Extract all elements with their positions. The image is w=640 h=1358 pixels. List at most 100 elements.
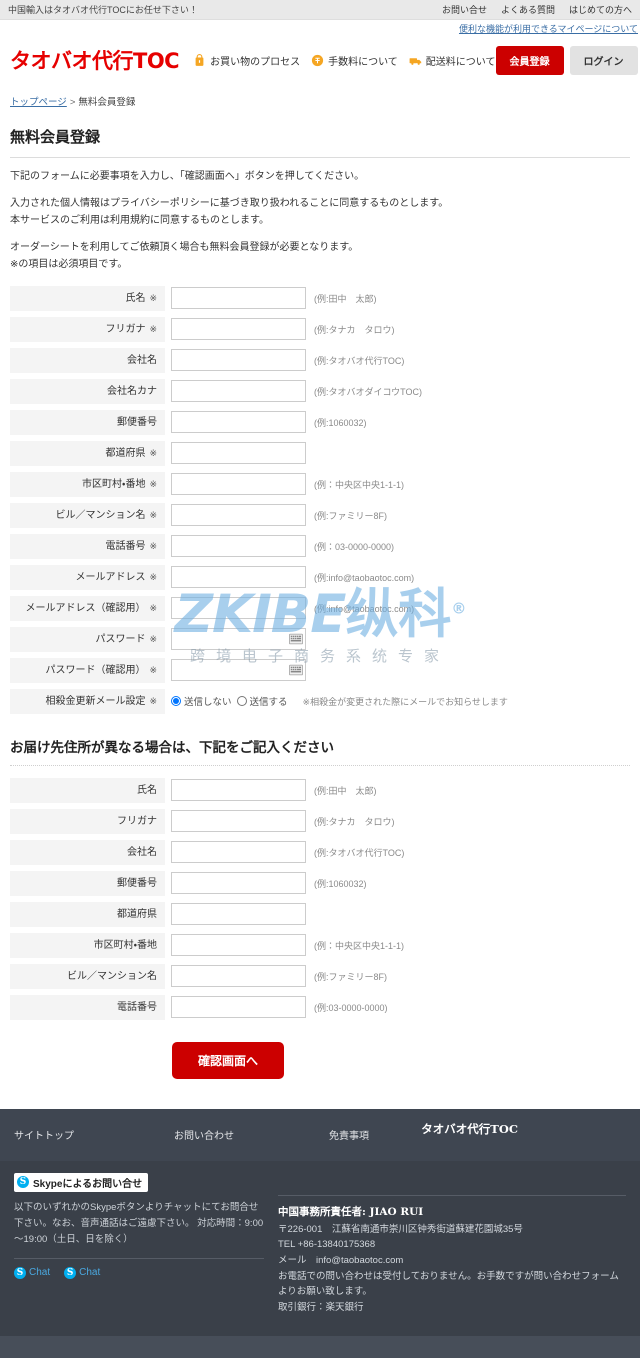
radio-option-no-send[interactable]: 送信しない (171, 694, 232, 708)
breadcrumb-home[interactable]: トップページ (10, 97, 67, 108)
field-label: 電話番号 ※ (10, 533, 165, 559)
field-label: 会社名カナ (10, 378, 165, 404)
field-hint: (例:タナカ タロウ) (314, 324, 395, 335)
radio-option-send[interactable]: 送信する (236, 694, 288, 708)
footer-company-column: 中国事務所責任者: JIAO RUI 〒226-001 江蘇省南通市崇川区钟秀街… (278, 1173, 626, 1316)
field-label-text: 氏名 (125, 292, 146, 304)
footer-body: S Skypeによるお問い合せ 以下のいずれかのSkypeボタンよりチャットにて… (0, 1160, 640, 1336)
field-label-text: 都道府県 (105, 447, 146, 459)
text-input[interactable] (171, 810, 306, 832)
coin-icon (311, 54, 324, 67)
skype-chat-label-1: Chat (29, 1267, 51, 1279)
nav-item-shipping[interactable]: 配送料について (409, 53, 496, 68)
register-button[interactable]: 会員登録 (495, 45, 564, 75)
text-input[interactable] (171, 779, 306, 801)
field-control: (例:info@taobaotoc.com) (171, 566, 630, 588)
password-input[interactable] (171, 659, 306, 681)
text-input[interactable] (171, 965, 306, 987)
form-row: フリガナ ※ (例:タナカ タロウ) (10, 316, 630, 342)
text-input[interactable] (171, 380, 306, 402)
field-label: メールアドレス（確認用） ※ (10, 595, 165, 621)
text-input[interactable] (171, 903, 306, 925)
field-control: (例:ファミリー8F) (171, 965, 630, 987)
text-input[interactable] (171, 996, 306, 1018)
label-mail-setting: 相殺金更新メール設定 ※ (10, 688, 165, 714)
field-hint: (例：中央区中央1-1-1) (314, 940, 405, 951)
field-label-text: メールアドレス (75, 571, 146, 583)
required-mark: ※ (149, 633, 157, 644)
skype-description: 以下のいずれかのSkypeボタンよりチャットにてお問合せ下さい。なお、音声通話は… (14, 1201, 264, 1245)
keyboard-icon[interactable] (289, 664, 303, 676)
text-input[interactable] (171, 535, 306, 557)
login-button[interactable]: ログイン (569, 45, 638, 75)
form-row: 電話番号 (例:03-0000-0000) (10, 994, 630, 1020)
text-input[interactable] (171, 934, 306, 956)
required-mark: ※ (149, 323, 157, 334)
skype-chat-label-2: Chat (79, 1267, 101, 1279)
footer-link-sitetop[interactable]: サイトトップ (14, 1127, 174, 1142)
nav-item-fees[interactable]: 手数料について (311, 53, 398, 68)
field-label-text: 会社名 (127, 354, 157, 366)
mypage-info-link[interactable]: 便利な機能が利用できるマイページについて (459, 22, 638, 35)
password-input[interactable] (171, 628, 306, 650)
footer-link-disclaimer[interactable]: 免責事項 (329, 1127, 369, 1142)
breadcrumb: トップページ > 無料会員登録 (10, 84, 630, 112)
radio-input-no-send[interactable] (171, 696, 181, 706)
text-input[interactable] (171, 872, 306, 894)
form-row: 郵便番号 (例:1060032) (10, 409, 630, 435)
text-input[interactable] (171, 841, 306, 863)
company-manager: 中国事務所責任者: JIAO RUI (278, 1205, 424, 1218)
top-link-faq[interactable]: よくある質問 (501, 3, 555, 16)
field-control: (例:田中 太郎) (171, 287, 630, 309)
field-label: 市区町村・番地 (10, 932, 165, 958)
form-row: 都道府県 ※ (10, 440, 630, 466)
text-input[interactable] (171, 442, 306, 464)
text-input[interactable] (171, 349, 306, 371)
intro-line-2b: 本サービスのご利用は利用規約に同意するものとします。 (10, 215, 269, 226)
field-label: 市区町村・番地 ※ (10, 471, 165, 497)
intro-line-3b: ※の項目は必須項目です。 (10, 259, 128, 270)
form-row: ビル／マンション名 ※ (例:ファミリー8F) (10, 502, 630, 528)
text-input[interactable] (171, 597, 306, 619)
mail-setting-radio-group: 送信しない 送信する ※相殺金が変更された際にメールでお知らせします (171, 694, 508, 708)
field-label-text: 市区町村・番地 (82, 478, 146, 490)
field-control: (例：中央区中央1-1-1) (171, 934, 630, 956)
intro-text: 下記のフォームに必要事項を入力し、「確認画面へ」ボタンを押してください。 入力さ… (10, 168, 630, 274)
field-label-text: フリガナ (117, 815, 157, 827)
site-logo[interactable]: タオバオ代行TOC (10, 45, 180, 75)
intro-line-3a: オーダーシートを利用してご依頼頂く場合も無料会員登録が必要となります。 (10, 241, 359, 253)
field-label: メールアドレス ※ (10, 564, 165, 590)
text-input[interactable] (171, 411, 306, 433)
field-label: 氏名 ※ (10, 285, 165, 311)
footer-link-contact[interactable]: お問い合わせ (174, 1127, 329, 1142)
field-hint: (例:田中 太郎) (314, 785, 377, 796)
radio-label-no-send: 送信しない (184, 697, 232, 708)
text-input[interactable] (171, 318, 306, 340)
top-link-beginners[interactable]: はじめての方へ (569, 3, 632, 16)
header-navigation: お買い物のプロセス 手数料について 配送料について (193, 53, 496, 68)
text-input[interactable] (171, 504, 306, 526)
site-header: タオバオ代行TOC お買い物のプロセス 手数料について 配送料について 会員登録… (0, 36, 640, 84)
field-label-text: 郵便番号 (117, 877, 157, 889)
intro-line-2a: 入力された個人情報はプライバシーポリシーに基づき取り扱われることに同意するものと… (10, 197, 449, 209)
field-control (171, 442, 630, 464)
text-input[interactable] (171, 566, 306, 588)
company-address: 〒226-001 江蘇省南通市崇川区钟秀街道蘇建花園城35号 (278, 1223, 523, 1235)
field-hint: (例:田中 太郎) (314, 293, 377, 304)
field-control: (例:03-0000-0000) (171, 996, 630, 1018)
radio-input-send[interactable] (236, 696, 247, 706)
keyboard-icon[interactable] (289, 633, 303, 645)
field-label: 都道府県 (10, 901, 165, 927)
required-mark: ※ (149, 571, 157, 582)
field-control: (例:タオバオ代行TOC) (171, 841, 630, 863)
top-link-contact[interactable]: お問い合せ (442, 3, 487, 16)
text-input[interactable] (171, 287, 306, 309)
nav-item-shopping-process[interactable]: お買い物のプロセス (193, 53, 300, 68)
confirm-button[interactable]: 確認画面へ (172, 1041, 285, 1079)
field-label: ビル／マンション名 ※ (10, 502, 165, 528)
header-action-buttons: 会員登録 ログイン (495, 45, 638, 75)
text-input[interactable] (171, 473, 306, 495)
field-control: (例：03-0000-0000) (171, 535, 630, 557)
page-title: 無料会員登録 (10, 126, 630, 158)
field-label: ビル／マンション名 (10, 963, 165, 989)
